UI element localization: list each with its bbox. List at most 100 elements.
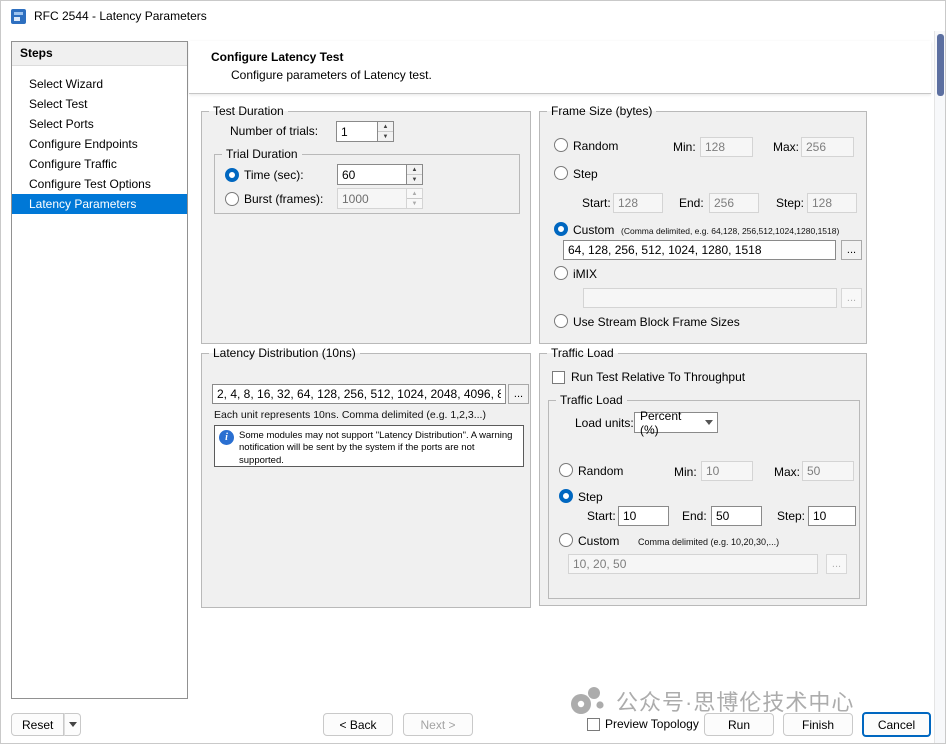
run-button[interactable]: Run — [704, 713, 774, 736]
frame-size-imix-label: iMIX — [573, 267, 597, 281]
steps-list: Select Wizard Select Test Select Ports C… — [12, 66, 187, 214]
frame-size-custom-radio[interactable] — [554, 222, 568, 236]
load-max-input — [802, 461, 854, 481]
finish-button[interactable]: Finish — [783, 713, 853, 736]
latency-distribution-input[interactable] — [212, 384, 506, 404]
chevron-down-icon — [701, 420, 717, 425]
frame-size-custom-browse-button[interactable]: ... — [841, 240, 862, 260]
frame-size-custom-input[interactable] — [563, 240, 836, 260]
load-random-label: Random — [578, 464, 623, 478]
spinner-down-icon[interactable]: ▼ — [407, 175, 422, 184]
latency-distribution-hint: Each unit represents 10ns. Comma delimit… — [214, 409, 486, 421]
traffic-load-inner-group: Traffic Load Load units: Percent (%) Ran… — [548, 400, 860, 599]
relative-throughput-checkbox[interactable] — [552, 371, 565, 384]
frame-size-stream-block-radio[interactable] — [554, 314, 568, 328]
time-sec-radio[interactable] — [225, 168, 239, 182]
load-step-label: Step — [578, 490, 603, 504]
reset-dropdown-button[interactable] — [64, 713, 81, 736]
spinner-buttons[interactable]: ▲ ▼ — [377, 121, 394, 142]
traffic-load-inner-group-title: Traffic Load — [556, 393, 627, 408]
load-custom-hint: Comma delimited (e.g. 10,20,30,...) — [638, 537, 779, 547]
frame-size-imix-radio[interactable] — [554, 266, 568, 280]
spinner-down-icon: ▼ — [407, 199, 422, 208]
frame-size-imix-browse-button: ... — [841, 288, 862, 308]
number-of-trials-spinner: ▲ ▼ — [336, 121, 394, 142]
time-sec-input[interactable] — [337, 164, 406, 185]
scrollbar-thumb[interactable] — [937, 34, 944, 96]
frame-size-custom-label: Custom — [573, 223, 614, 237]
latency-warning-box: i Some modules may not support "Latency … — [214, 425, 524, 467]
time-sec-label: Time (sec): — [244, 168, 304, 182]
traffic-load-group-title: Traffic Load — [547, 346, 618, 361]
frame-size-end-input — [709, 193, 759, 213]
latency-distribution-browse-button[interactable]: ... — [508, 384, 529, 404]
spinner-up-icon[interactable]: ▲ — [378, 122, 393, 132]
load-min-input — [701, 461, 753, 481]
frame-size-random-radio[interactable] — [554, 138, 568, 152]
window-title: RFC 2544 - Latency Parameters — [34, 9, 207, 23]
reset-split-button: Reset — [11, 713, 81, 736]
spinner-up-icon[interactable]: ▲ — [407, 165, 422, 175]
load-stepfield-label: Step: — [777, 509, 805, 523]
burst-frames-label: Burst (frames): — [244, 192, 323, 206]
sidebar-item-configure-endpoints[interactable]: Configure Endpoints — [12, 134, 187, 154]
load-stepfield-input[interactable] — [808, 506, 856, 526]
sidebar-item-latency-parameters[interactable]: Latency Parameters — [12, 194, 187, 214]
load-step-radio[interactable] — [559, 489, 573, 503]
burst-frames-radio[interactable] — [225, 192, 239, 206]
load-start-input[interactable] — [618, 506, 669, 526]
reset-button[interactable]: Reset — [11, 713, 64, 736]
page-header: Configure Latency Test Configure paramet… — [189, 41, 931, 94]
frame-size-random-label: Random — [573, 139, 618, 153]
load-units-label: Load units: — [575, 416, 634, 430]
steps-sidebar: Steps Select Wizard Select Test Select P… — [11, 41, 188, 699]
load-custom-label: Custom — [578, 534, 619, 548]
page-title: Configure Latency Test — [211, 50, 343, 64]
sidebar-item-configure-test-options[interactable]: Configure Test Options — [12, 174, 187, 194]
latency-distribution-group-title: Latency Distribution (10ns) — [209, 346, 360, 361]
spinner-up-icon: ▲ — [407, 189, 422, 199]
load-units-select[interactable]: Percent (%) — [634, 412, 718, 433]
burst-frames-spinner: ▲ ▼ — [337, 188, 423, 209]
spinner-buttons[interactable]: ▲ ▼ — [406, 164, 423, 185]
burst-frames-input — [337, 188, 406, 209]
preview-topology-label: Preview Topology — [605, 717, 699, 731]
trial-duration-group: Trial Duration Time (sec): ▲ ▼ Burst (fr… — [214, 154, 520, 214]
load-custom-browse-button: ... — [826, 554, 847, 574]
frame-size-stream-block-label: Use Stream Block Frame Sizes — [573, 315, 740, 329]
next-button: Next > — [403, 713, 473, 736]
load-end-input[interactable] — [711, 506, 762, 526]
vertical-scrollbar[interactable] — [934, 31, 945, 744]
relative-throughput-label: Run Test Relative To Throughput — [571, 370, 745, 384]
load-units-value: Percent (%) — [640, 409, 701, 437]
load-custom-radio[interactable] — [559, 533, 573, 547]
cancel-button[interactable]: Cancel — [862, 712, 931, 737]
sidebar-item-select-wizard[interactable]: Select Wizard — [12, 74, 187, 94]
traffic-load-group: Traffic Load Run Test Relative To Throug… — [539, 353, 867, 606]
page-subtitle: Configure parameters of Latency test. — [231, 68, 432, 82]
preview-topology-checkbox[interactable] — [587, 718, 600, 731]
sidebar-item-select-ports[interactable]: Select Ports — [12, 114, 187, 134]
trial-duration-group-title: Trial Duration — [222, 147, 302, 162]
load-custom-input — [568, 554, 818, 574]
spinner-down-icon[interactable]: ▼ — [378, 132, 393, 141]
frame-size-min-input — [700, 137, 753, 157]
back-button[interactable]: < Back — [323, 713, 393, 736]
load-random-radio[interactable] — [559, 463, 573, 477]
number-of-trials-label: Number of trials: — [230, 124, 318, 138]
wizard-window: RFC 2544 - Latency Parameters Steps Sele… — [0, 0, 946, 744]
frame-size-stepfield-input — [807, 193, 857, 213]
frame-size-min-label: Min: — [673, 140, 696, 154]
page-content: Test Duration Number of trials: ▲ ▼ Tria… — [189, 95, 931, 699]
frame-size-step-radio[interactable] — [554, 166, 568, 180]
load-start-label: Start: — [587, 509, 616, 523]
frame-size-custom-hint: (Comma delimited, e.g. 64,128, 256,512,1… — [621, 226, 839, 236]
frame-size-step-label: Step — [573, 167, 598, 181]
latency-distribution-group: Latency Distribution (10ns) ... Each uni… — [201, 353, 531, 608]
sidebar-item-select-test[interactable]: Select Test — [12, 94, 187, 114]
sidebar-item-configure-traffic[interactable]: Configure Traffic — [12, 154, 187, 174]
number-of-trials-input[interactable] — [336, 121, 377, 142]
test-duration-group-title: Test Duration — [209, 104, 288, 119]
app-icon — [11, 9, 26, 24]
frame-size-end-label: End: — [679, 196, 704, 210]
